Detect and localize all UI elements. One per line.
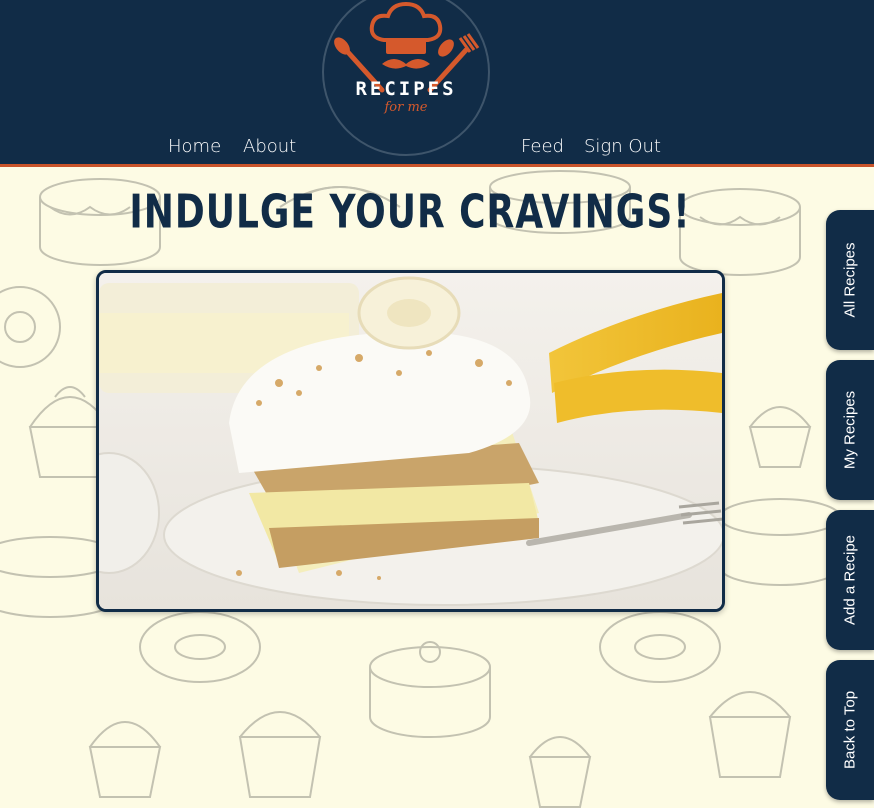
tab-add-a-recipe[interactable]: Add a Recipe — [826, 510, 874, 650]
tab-back-to-top[interactable]: Back to Top — [826, 660, 874, 800]
logo-title: RECIPES — [355, 78, 457, 100]
page-title: INDULGE YOUR CRAVINGS! — [129, 186, 691, 239]
tab-all-recipes-label: All Recipes — [841, 242, 859, 318]
tab-add-a-recipe-label: Add a Recipe — [841, 534, 859, 626]
nav-about[interactable]: About — [243, 136, 296, 157]
tab-all-recipes[interactable]: All Recipes — [826, 210, 874, 350]
chef-hat-utensils-icon — [334, 1, 480, 93]
recipes-logo[interactable]: RECIPES for me — [322, 0, 490, 156]
tab-my-recipes[interactable]: My Recipes — [826, 360, 874, 500]
hero-image — [96, 270, 725, 612]
tab-my-recipes-label: My Recipes — [841, 390, 859, 470]
banana-pudding-cake-image — [99, 273, 722, 609]
logo-subtitle: for me — [384, 100, 428, 115]
site-header: RECIPES for me Home About Feed Sign Out — [0, 0, 874, 167]
nav-sign-out[interactable]: Sign Out — [584, 136, 661, 157]
nav-feed[interactable]: Feed — [521, 136, 564, 157]
nav-home[interactable]: Home — [168, 136, 221, 157]
tab-back-to-top-label: Back to Top — [841, 690, 859, 770]
